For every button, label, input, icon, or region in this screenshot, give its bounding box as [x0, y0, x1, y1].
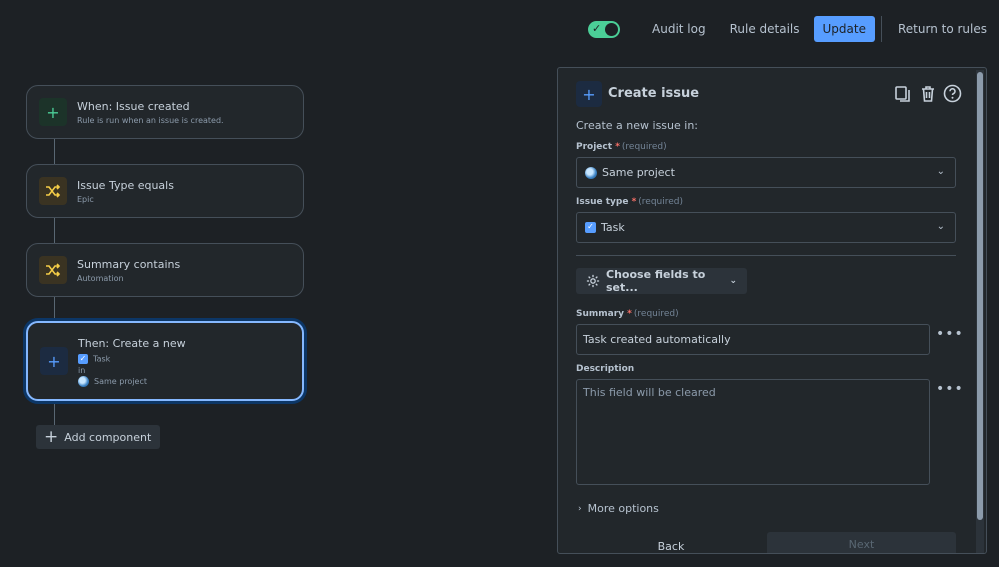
summary-input[interactable]: Task created automatically: [576, 324, 930, 355]
issue-type-label: Issue type * (required): [576, 197, 684, 207]
create-issue-panel: + Create issue Create a new issue in: Pr…: [557, 67, 987, 554]
branch-shuffle-icon: [39, 256, 67, 284]
summary-more-icon[interactable]: •••: [936, 326, 964, 342]
project-select[interactable]: Same project ⌄: [576, 157, 956, 188]
node-in-text: in: [78, 366, 86, 375]
node-project: Same project: [78, 376, 147, 387]
toggle-knob: [605, 22, 619, 36]
add-component-button[interactable]: + Add component: [36, 425, 161, 449]
scrollbar-thumb[interactable]: [977, 72, 983, 520]
rule-details-button[interactable]: Rule details: [718, 16, 812, 42]
node-subtitle: Epic: [77, 195, 94, 204]
plus-icon: +: [576, 81, 602, 107]
create-issue-intro: Create a new issue in:: [576, 119, 699, 132]
rule-enabled-toggle[interactable]: ✓: [588, 20, 621, 38]
node-title: Then: Create a new: [78, 337, 186, 350]
required-asterisk: *: [615, 142, 620, 152]
plus-icon: +: [44, 426, 59, 447]
issue-type-select[interactable]: ✓ Task ⌄: [576, 212, 956, 243]
node-title: Summary contains: [77, 258, 181, 271]
chevron-down-icon: ⌄: [936, 221, 945, 232]
required-asterisk: *: [631, 197, 637, 207]
choose-fields-button[interactable]: Choose fields to set... ⌄: [576, 268, 747, 294]
summary-label: Summary * (required): [576, 309, 679, 319]
project-label: Project * (required): [576, 142, 667, 152]
help-icon[interactable]: [943, 84, 962, 103]
node-subtitle: Rule is run when an issue is created.: [77, 116, 224, 125]
update-button[interactable]: Update: [813, 16, 875, 42]
node-issue-type: ✓ Task: [78, 354, 111, 364]
toolbar-divider: [880, 16, 882, 42]
description-textarea[interactable]: This field will be cleared: [576, 379, 930, 485]
chevron-right-icon: ›: [578, 503, 582, 514]
panel-scrollbar[interactable]: [976, 70, 984, 553]
globe-icon: [585, 166, 597, 179]
panel-title: Create issue: [608, 86, 700, 101]
plus-icon: +: [39, 98, 67, 126]
description-more-icon[interactable]: •••: [936, 381, 964, 397]
gear-icon: [586, 274, 600, 288]
node-title: Issue Type equals: [77, 179, 174, 192]
chevron-down-icon: ⌄: [729, 276, 737, 286]
back-button[interactable]: Back: [576, 534, 766, 553]
node-title: When: Issue created: [77, 100, 190, 113]
return-to-rules-button[interactable]: Return to rules: [886, 16, 999, 42]
globe-icon: [78, 376, 89, 387]
check-icon: ✓: [592, 21, 602, 35]
top-toolbar: ✓ Audit log Rule details Update Return t…: [588, 16, 999, 42]
chevron-down-icon: ⌄: [936, 166, 945, 177]
task-checkbox-icon: ✓: [78, 354, 88, 364]
more-options-toggle[interactable]: › More options: [578, 502, 659, 515]
panel-actions: [893, 84, 962, 103]
trash-icon[interactable]: [918, 84, 937, 103]
flow-node-action-create[interactable]: + Then: Create a new ✓ Task in Same proje…: [26, 321, 304, 401]
plus-icon: +: [40, 347, 68, 375]
duplicate-icon[interactable]: [893, 84, 912, 103]
branch-shuffle-icon: [39, 177, 67, 205]
task-checkbox-icon: ✓: [585, 222, 596, 233]
flow-node-trigger[interactable]: + When: Issue created Rule is run when a…: [26, 85, 304, 139]
section-divider: [576, 255, 956, 256]
description-label: Description: [576, 364, 635, 374]
audit-log-button[interactable]: Audit log: [640, 16, 718, 42]
next-button[interactable]: Next: [767, 532, 956, 553]
required-asterisk: *: [627, 309, 632, 319]
node-subtitle: Automation: [77, 274, 124, 283]
flow-node-condition-summary[interactable]: Summary contains Automation: [26, 243, 304, 297]
flow-node-condition-issue-type[interactable]: Issue Type equals Epic: [26, 164, 304, 218]
